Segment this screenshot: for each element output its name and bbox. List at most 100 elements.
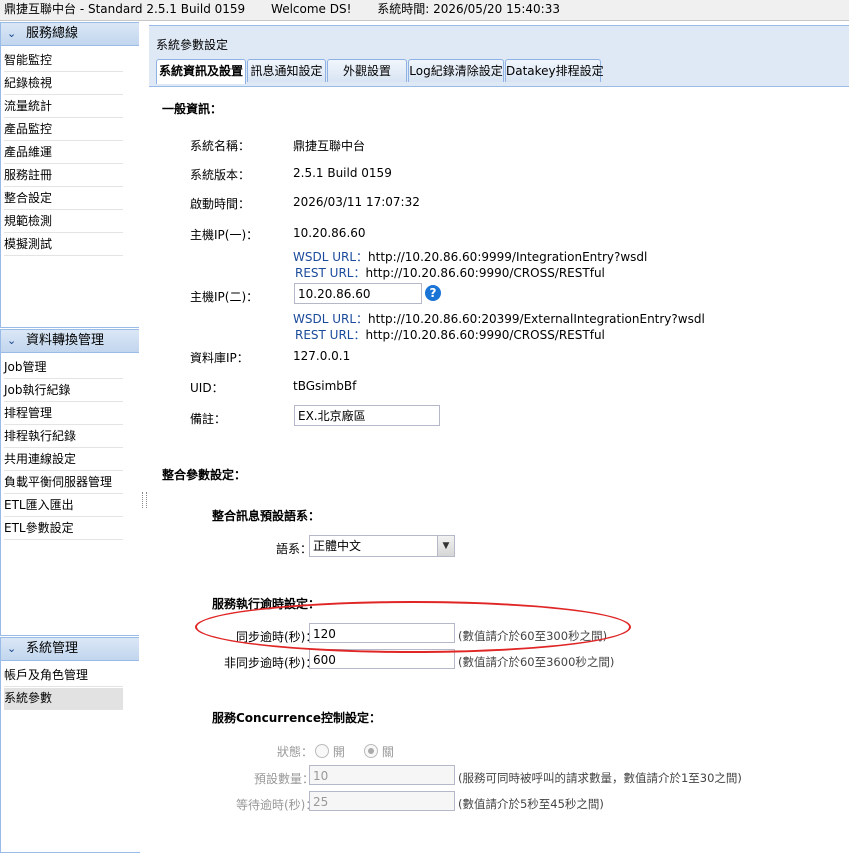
host2-ip-label: 主機IP(二)： [190,290,259,304]
panel-header[interactable]: ⌄ 系統管理 [1,637,139,661]
sidebar-item-schedule-exec-log[interactable]: 排程執行紀錄 [4,426,123,448]
main-panel: 系統參數設定 系統資訊及設置 訊息通知設定 外觀設置 Log紀錄清除設定 Dat… [149,25,849,852]
lang-label: 語系： [276,542,313,556]
status-off-label: 關 [381,745,394,759]
sidebar-item-etl-import-export[interactable]: ETL匯入匯出 [4,495,123,517]
wait-timeout-hint: (數值請介於5秒至45秒之間) [458,797,604,811]
chevron-down-icon[interactable]: ⌄ [7,23,16,45]
host1-rest-url[interactable]: http://10.20.86.60:9990/CROSS/RESTful [366,266,605,280]
sidebar-item-system-params[interactable]: 系統參數 [4,688,123,710]
status-radio-off[interactable]: 關 [364,743,394,760]
system-name-label: 系統名稱： [190,139,251,153]
host2-rest-label: REST URL： [295,328,366,342]
lang-select-value: 正體中文 [313,539,362,553]
panel-header[interactable]: ⌄ 資料轉換管理 [1,329,139,353]
splitter-grip[interactable] [142,492,147,508]
concurrence-heading: 服務Concurrence控制設定： [212,711,382,725]
help-icon[interactable]: ? [425,285,441,301]
sidebar-item-service-register[interactable]: 服務註冊 [4,165,123,187]
sidebar-item-spec-check[interactable]: 規範檢測 [4,211,123,233]
host1-rest-row: REST URL：http://10.20.86.60:9990/CROSS/R… [295,264,605,281]
preset-input[interactable]: 10 [309,765,455,785]
chevron-down-icon[interactable]: ⌄ [7,330,16,352]
radio-on-icon[interactable] [315,744,329,758]
section-integration-heading: 整合參數設定： [162,468,247,482]
version-value: 2.5.1 Build 0159 [293,166,392,180]
host1-wsdl-row: WSDL URL：http://10.20.86.60:9999/Integra… [293,248,647,265]
version-label: 系統版本： [190,168,251,182]
radio-off-icon[interactable] [364,744,378,758]
sidebar-item-load-balancer[interactable]: 負載平衡伺服器管理 [4,472,123,494]
welcome-text: Welcome DS! [271,2,352,16]
note-input[interactable]: EX.北京廠區 [294,405,440,426]
chevron-down-icon[interactable]: ⌄ [7,638,16,660]
splitter[interactable] [139,22,149,852]
tab-system-info[interactable]: 系統資訊及設置 [156,59,246,84]
host2-rest-url[interactable]: http://10.20.86.60:9990/CROSS/RESTful [366,328,605,342]
sidebar-item-shared-connection[interactable]: 共用連線設定 [4,449,123,471]
sidebar-item-accounts-roles[interactable]: 帳戶及角色管理 [4,665,123,687]
tab-log-cleanup[interactable]: Log紀錄清除設定 [408,59,504,82]
lang-heading: 整合訊息預設語系： [212,509,321,523]
wait-timeout-input[interactable]: 25 [309,791,455,811]
system-name-value: 鼎捷互聯中台 [293,139,366,153]
async-timeout-hint: (數值請介於60至3600秒之間) [458,655,615,669]
sidebar-item-product-ops[interactable]: 產品維運 [4,142,123,164]
host2-wsdl-label: WSDL URL： [293,312,369,326]
note-label: 備註： [190,412,227,426]
host2-ip-input[interactable]: 10.20.86.60 [294,283,422,304]
host2-wsdl-row: WSDL URL：http://10.20.86.60:20399/Extern… [293,310,705,327]
sidebar-item-traffic-stats[interactable]: 流量統計 [4,96,123,118]
start-time-value: 2026/03/11 17:07:32 [293,195,420,209]
tab-datakey-schedule[interactable]: Datakey排程設定 [505,59,604,82]
uid-value: tBGsimbBf [293,379,357,393]
wait-timeout-label: 等待逾時(秒)： [236,798,318,812]
app-title: 鼎捷互聯中台 - Standard 2.5.1 Build 0159 [4,2,246,16]
status-label: 狀態： [277,745,314,759]
sidebar-item-integration-settings[interactable]: 整合設定 [4,188,123,210]
sidebar-item-simulation-test[interactable]: 模擬測試 [4,234,123,256]
highlight-oval [195,601,631,653]
panel-data-conversion: ⌄ 資料轉換管理 Job管理 Job執行紀錄 排程管理 排程執行紀錄 共用連線設… [0,329,140,636]
page-title: 系統參數設定 [156,38,229,52]
host1-ip-value: 10.20.86.60 [293,226,366,240]
tab-appearance[interactable]: 外觀設置 [327,59,407,82]
host1-wsdl-label: WSDL URL： [293,250,369,264]
preset-label: 預設數量： [254,772,315,786]
async-timeout-label: 非同步逾時(秒)： [224,656,318,670]
status-on-label: 開 [332,745,345,759]
host1-rest-label: REST URL： [295,266,366,280]
tab-content [149,86,849,853]
lang-select[interactable]: 正體中文 ▼ [309,535,455,557]
panel-system-management: ⌄ 系統管理 帳戶及角色管理 系統參數 [0,637,140,853]
sidebar: ⌄ 服務總線 智能監控 紀錄檢視 流量統計 產品監控 產品維運 服務註冊 整合設… [0,22,140,853]
db-ip-label: 資料庫IP： [190,351,249,365]
panel-service-bus: ⌄ 服務總線 智能監控 紀錄檢視 流量統計 產品監控 產品維運 服務註冊 整合設… [0,22,140,328]
sidebar-item-smart-monitor[interactable]: 智能監控 [4,50,123,72]
sidebar-item-job-exec-log[interactable]: Job執行紀錄 [4,380,123,402]
host2-wsdl-url[interactable]: http://10.20.86.60:20399/ExternalIntegra… [368,312,705,326]
start-time-label: 啟動時間： [190,197,251,211]
panel-title: 系統管理 [26,641,79,656]
title-bar: 鼎捷互聯中台 - Standard 2.5.1 Build 0159 Welco… [0,0,849,21]
panel-header[interactable]: ⌄ 服務總線 [1,22,139,46]
tab-notifications[interactable]: 訊息通知設定 [247,59,326,82]
sidebar-item-log-view[interactable]: 紀錄檢視 [4,73,123,95]
sidebar-item-job-management[interactable]: Job管理 [4,357,123,379]
preset-hint: (服務可同時被呼叫的請求數量，數值請介於1至30之間) [458,771,742,785]
uid-label: UID： [190,381,224,395]
main-header: 系統參數設定 系統資訊及設置 訊息通知設定 外觀設置 Log紀錄清除設定 Dat… [149,25,849,87]
host1-ip-label: 主機IP(一)： [190,228,259,242]
sidebar-item-product-monitor[interactable]: 產品監控 [4,119,123,141]
sidebar-item-etl-params[interactable]: ETL參數設定 [4,518,123,540]
section-general-heading: 一般資訊： [162,102,223,116]
host2-rest-row: REST URL：http://10.20.86.60:9990/CROSS/R… [295,326,605,343]
system-time: 系統時間: 2026/05/20 15:40:33 [377,2,560,16]
db-ip-value: 127.0.0.1 [293,349,351,363]
sidebar-item-schedule-management[interactable]: 排程管理 [4,403,123,425]
status-radio-on[interactable]: 開 [315,743,345,760]
panel-title: 資料轉換管理 [26,333,105,348]
panel-title: 服務總線 [26,26,79,41]
host1-wsdl-url[interactable]: http://10.20.86.60:9999/IntegrationEntry… [368,250,647,264]
chevron-down-icon[interactable]: ▼ [437,536,454,556]
